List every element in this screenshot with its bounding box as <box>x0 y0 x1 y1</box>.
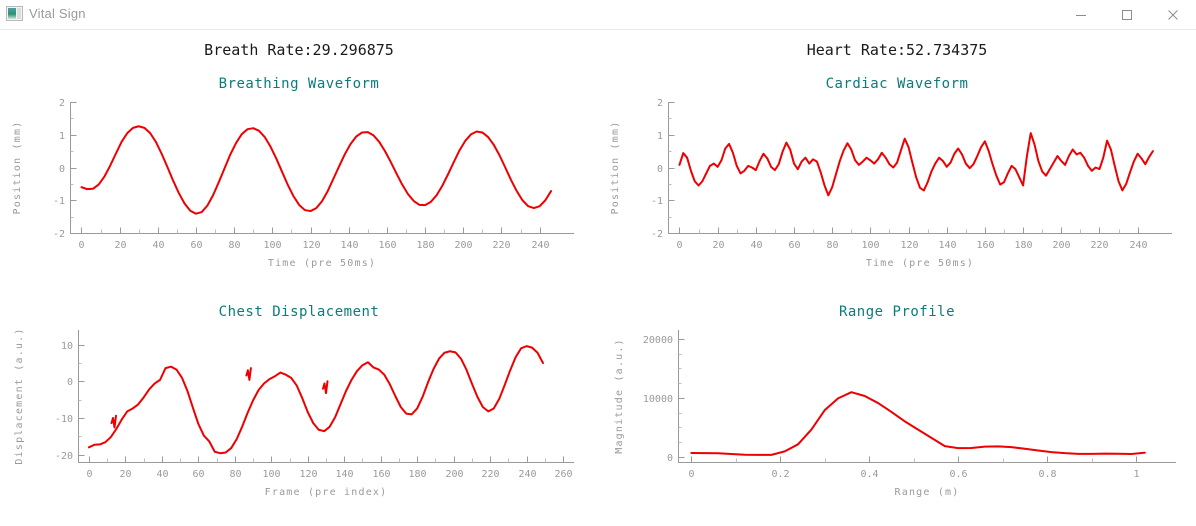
svg-text:140: 140 <box>335 469 353 480</box>
svg-text:-10: -10 <box>55 414 73 425</box>
svg-text:0: 0 <box>676 240 682 251</box>
maximize-icon[interactable] <box>1104 0 1150 29</box>
svg-text:Position (mm): Position (mm) <box>610 121 621 215</box>
app-window-icon <box>6 6 23 21</box>
cardiac-plot-area: -2-10120 20 40 60 80 100 120 140 160 180 200 220 240… <box>610 98 1172 269</box>
svg-text:0.4: 0.4 <box>860 469 878 480</box>
svg-text:Range (m): Range (m) <box>895 487 960 498</box>
svg-text:160: 160 <box>976 240 994 251</box>
heart-rate-readout: Heart Rate:52.734375 <box>806 41 988 59</box>
svg-text:0: 0 <box>86 469 92 480</box>
svg-text:220: 220 <box>481 469 499 480</box>
breath-rate-readout: Breath Rate:29.296875 <box>204 41 394 59</box>
svg-text:100: 100 <box>262 469 280 480</box>
svg-text:-1: -1 <box>53 196 65 207</box>
svg-text:240: 240 <box>1129 240 1147 251</box>
chart-chest-displacement: Chest Displacement -20 -10 0 10 0 20 40 60 80 100… <box>0 296 598 526</box>
svg-text:-20: -20 <box>55 451 73 462</box>
svg-text:240: 240 <box>518 469 536 480</box>
svg-text:20000: 20000 <box>643 335 673 346</box>
chart-cardiac-waveform: Cardiac Waveform -2 -1 0 1 2 0 20 40 60 80 100 120 1… <box>598 68 1196 293</box>
svg-text:160: 160 <box>378 240 396 251</box>
svg-text:100: 100 <box>263 240 281 251</box>
svg-text:140: 140 <box>340 240 358 251</box>
svg-text:Frame (pre index): Frame (pre index) <box>265 487 388 498</box>
svg-text:0: 0 <box>67 377 73 388</box>
svg-text:-2: -2 <box>651 229 663 240</box>
svg-text:80: 80 <box>229 469 241 480</box>
breathing-plot-area: -2-10120 20 40 60 80 100 120 140 160 180 200 220 240… <box>12 98 574 269</box>
svg-text:2: 2 <box>657 98 663 109</box>
svg-text:Displacement (a.u.): Displacement (a.u.) <box>14 327 25 464</box>
svg-text:1: 1 <box>657 131 663 142</box>
svg-text:0: 0 <box>78 240 84 251</box>
svg-text:Time (pre 50ms): Time (pre 50ms) <box>268 258 376 269</box>
svg-text:140: 140 <box>938 240 956 251</box>
svg-text:220: 220 <box>492 240 510 251</box>
svg-text:80: 80 <box>228 240 240 251</box>
svg-text:220: 220 <box>1090 240 1108 251</box>
svg-text:120: 120 <box>299 469 317 480</box>
svg-text:200: 200 <box>454 240 472 251</box>
chart-range-profile: Range Profile 0 10000 20000 0 0.2 0.4 0.6 0.8 1 R… <box>598 296 1196 526</box>
svg-text:0.8: 0.8 <box>1038 469 1056 480</box>
title-bar: Vital Sign <box>0 0 1196 30</box>
svg-text:200: 200 <box>1052 240 1070 251</box>
svg-text:20: 20 <box>119 469 131 480</box>
svg-text:260: 260 <box>554 469 572 480</box>
svg-text:20: 20 <box>712 240 724 251</box>
svg-text:60: 60 <box>190 240 202 251</box>
svg-text:80: 80 <box>826 240 838 251</box>
svg-text:0: 0 <box>59 164 65 175</box>
svg-text:120: 120 <box>900 240 918 251</box>
minimize-icon[interactable] <box>1058 0 1104 29</box>
svg-text:Position (mm): Position (mm) <box>12 121 23 215</box>
svg-text:40: 40 <box>156 469 168 480</box>
svg-text:-1: -1 <box>651 196 663 207</box>
svg-text:40: 40 <box>152 240 164 251</box>
svg-text:0: 0 <box>657 164 663 175</box>
svg-text:180: 180 <box>416 240 434 251</box>
svg-text:10: 10 <box>61 341 73 352</box>
svg-text:160: 160 <box>372 469 390 480</box>
close-icon[interactable] <box>1150 0 1196 29</box>
svg-text:240: 240 <box>531 240 549 251</box>
svg-text:2: 2 <box>59 98 65 109</box>
svg-text:0: 0 <box>667 453 673 464</box>
svg-text:0.6: 0.6 <box>949 469 967 480</box>
chart-breathing-waveform: Breathing Waveform -2 -1 0 1 2 0 20 40 60 80 100 12… <box>0 68 598 293</box>
svg-text:180: 180 <box>408 469 426 480</box>
chest-plot-area: -20-100100 20 40 60 80 100 120 140 160 180 200 220 2… <box>14 327 574 498</box>
svg-text:0: 0 <box>688 469 694 480</box>
svg-text:Magnitude (a.u.): Magnitude (a.u.) <box>614 338 625 454</box>
svg-text:1: 1 <box>1133 469 1139 480</box>
svg-text:1: 1 <box>59 131 65 142</box>
svg-text:200: 200 <box>445 469 463 480</box>
svg-text:40: 40 <box>750 240 762 251</box>
window-title: Vital Sign <box>29 6 86 21</box>
svg-text:0.2: 0.2 <box>771 469 789 480</box>
svg-text:Time (pre 50ms): Time (pre 50ms) <box>866 258 974 269</box>
svg-text:20: 20 <box>114 240 126 251</box>
svg-text:10000: 10000 <box>643 394 673 405</box>
svg-text:60: 60 <box>788 240 800 251</box>
svg-text:180: 180 <box>1014 240 1032 251</box>
svg-text:120: 120 <box>302 240 320 251</box>
svg-text:60: 60 <box>192 469 204 480</box>
range-plot-area: 0 10000 20000 0 0.2 0.4 0.6 0.8 1 Range (m) Magnit… <box>614 330 1176 498</box>
svg-text:-2: -2 <box>53 229 65 240</box>
svg-text:100: 100 <box>861 240 879 251</box>
